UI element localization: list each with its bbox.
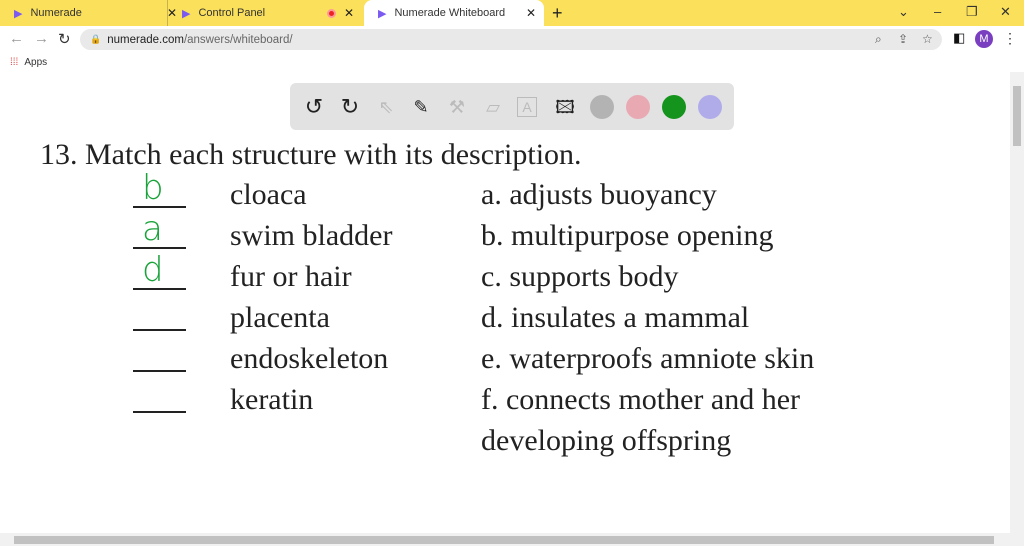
avatar[interactable]: M [975, 30, 993, 48]
text-tool-icon[interactable]: A [517, 97, 537, 117]
menu-icon[interactable]: ⋮ [1003, 30, 1017, 47]
zoom-icon[interactable]: ⌕ [875, 32, 882, 47]
vertical-scrollbar[interactable] [1010, 72, 1024, 533]
forward-icon[interactable]: → [34, 30, 49, 47]
whiteboard-toolbar: ↺ ↻ ⇖ ✎ ⚒ ▱ A 🖾 [290, 83, 734, 130]
description: c. supports body [481, 260, 679, 293]
share-icon[interactable]: ⇪ [898, 32, 908, 46]
tab-control-panel[interactable]: ▶ Control Panel ✕ [167, 0, 362, 26]
whiteboard-canvas[interactable]: ↺ ↻ ⇖ ✎ ⚒ ▱ A 🖾 13. Match each structure… [0, 72, 1010, 533]
description: d. insulates a mammal [481, 301, 750, 334]
tools-icon[interactable]: ⚒ [445, 95, 469, 119]
bookmarks-bar: ⁞⁞⁞ Apps [0, 52, 1024, 72]
term: placenta [230, 301, 330, 334]
close-tab-icon[interactable]: ✕ [526, 6, 536, 20]
description: f. connects mother and her [481, 383, 801, 416]
term: swim bladder [230, 219, 393, 252]
tab-title: Numerade Whiteboard [394, 7, 506, 19]
lock-icon: 🔒 [90, 34, 102, 44]
tab-title: Control Panel [198, 7, 266, 19]
description: a. adjusts buoyancy [481, 178, 717, 211]
horizontal-scrollbar[interactable] [0, 533, 1024, 546]
pen-icon[interactable]: ✎ [409, 95, 433, 119]
close-tab-icon[interactable]: ✕ [344, 6, 354, 20]
new-tab-button[interactable]: + [552, 3, 563, 24]
color-grey[interactable] [590, 95, 614, 119]
scrollbar-thumb[interactable] [1013, 86, 1021, 146]
back-icon[interactable]: ← [9, 30, 24, 47]
term: endoskeleton [230, 342, 389, 375]
bookmark-star-icon[interactable]: ☆ [922, 32, 933, 46]
tab-numerade[interactable]: ▶ Numerade ✕ [0, 0, 185, 26]
term: fur or hair [230, 260, 352, 293]
handwritten-answer: a [142, 209, 163, 249]
side-panel-icon[interactable]: ◧ [953, 30, 965, 46]
answer-blank [133, 329, 186, 331]
reload-icon[interactable]: ↻ [58, 30, 71, 48]
numerade-logo-icon: ▶ [182, 7, 191, 20]
undo-icon[interactable]: ↺ [302, 95, 326, 119]
question-title: 13. Match each structure with its descri… [40, 138, 582, 171]
numerade-logo-icon: ▶ [14, 7, 23, 20]
url-path: /answers/whiteboard/ [183, 33, 293, 46]
description-continued: developing offspring [481, 424, 732, 457]
redo-icon[interactable]: ↻ [338, 95, 362, 119]
description: b. multipurpose opening [481, 219, 774, 252]
eraser-icon[interactable]: ▱ [481, 95, 505, 119]
scrollbar-thumb[interactable] [14, 536, 994, 544]
tab-search-icon[interactable]: ⌄ [898, 4, 909, 20]
answer-blank [133, 370, 186, 372]
address-bar-row: ← → ↻ 🔒 numerade.com/answers/whiteboard/… [0, 26, 1024, 52]
restore-icon[interactable]: ❐ [966, 4, 978, 20]
apps-grid-icon: ⁞⁞⁞ [10, 57, 19, 68]
answer-blank [133, 411, 186, 413]
image-icon[interactable]: 🖾 [553, 95, 577, 119]
recording-icon [327, 8, 336, 18]
url-input[interactable]: 🔒 numerade.com/answers/whiteboard/ ⌕ ⇪ ☆ [80, 29, 942, 50]
close-window-icon[interactable]: ✕ [1000, 4, 1011, 20]
term: keratin [230, 383, 314, 416]
tab-numerade-whiteboard[interactable]: ▶ Numerade Whiteboard ✕ [364, 0, 544, 26]
term: cloaca [230, 178, 307, 211]
handwritten-answer: b [142, 168, 164, 208]
numerade-logo-icon: ▶ [378, 7, 387, 20]
color-green[interactable] [662, 95, 686, 119]
description: e. waterproofs amniote skin [481, 342, 815, 375]
handwritten-answer: d [142, 250, 164, 290]
minimize-icon[interactable]: – [934, 4, 941, 19]
tab-title: Numerade [30, 7, 82, 19]
url-host: numerade.com [107, 33, 184, 46]
select-pointer-icon[interactable]: ⇖ [374, 95, 398, 119]
tab-bar: ▶ Numerade ✕ ▶ Control Panel ✕ ▶ Numerade Whi… [0, 0, 1024, 26]
bookmark-apps[interactable]: Apps [24, 57, 47, 68]
color-pink[interactable] [626, 95, 650, 119]
color-lavender[interactable] [698, 95, 722, 119]
